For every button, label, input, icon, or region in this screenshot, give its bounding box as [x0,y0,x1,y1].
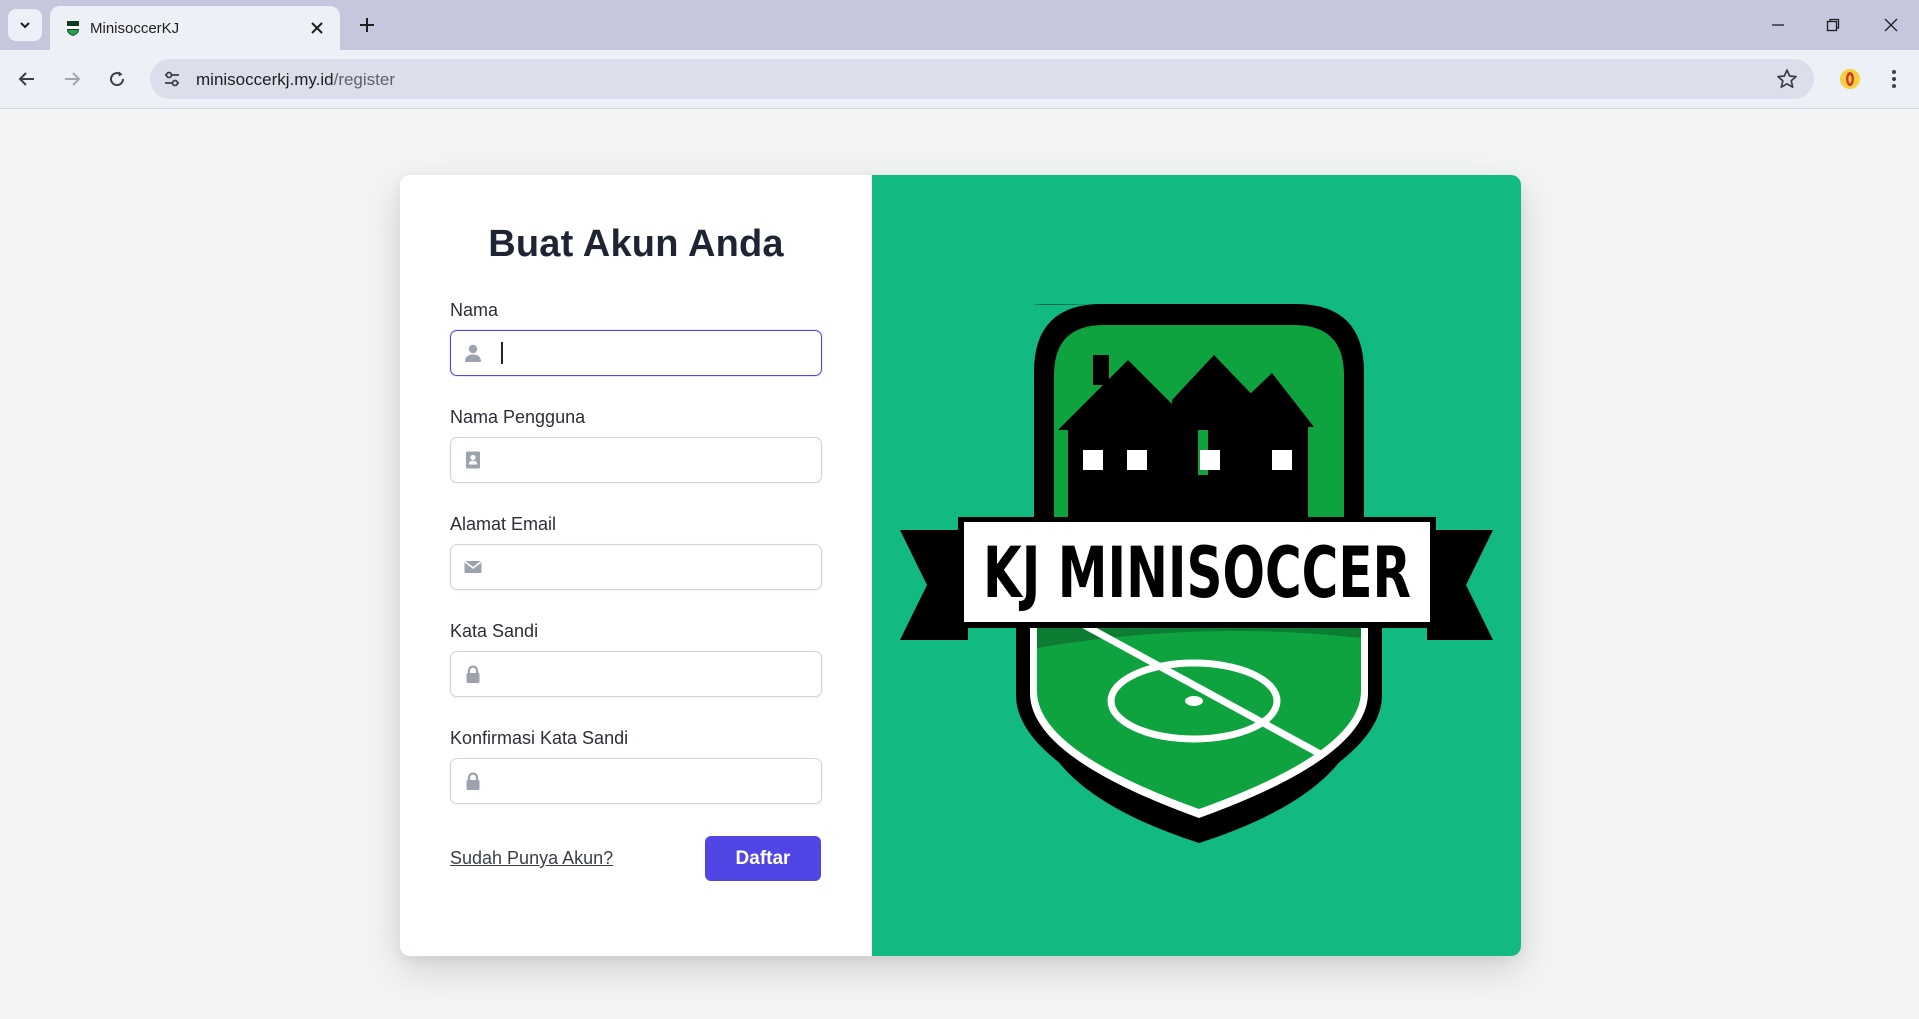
forward-button[interactable] [57,64,87,94]
restore-button[interactable] [1818,10,1848,40]
name-field[interactable] [450,330,822,376]
kj-minisoccer-logo: KJ MINISOCCER [900,304,1493,843]
extension-icon [1840,69,1860,89]
lock-icon [466,665,480,683]
browser-tab-bar: MinisoccerKJ [0,0,1919,50]
address-bar[interactable]: minisoccerkj.my.id/register [150,59,1814,99]
user-icon [465,344,481,362]
close-icon [311,22,323,34]
kebab-menu-icon [1892,70,1896,88]
chevron-down-icon [20,22,30,29]
back-button[interactable] [12,64,42,94]
username-label: Nama Pengguna [450,407,586,427]
star-icon[interactable] [1776,68,1798,90]
email-field[interactable] [450,544,822,590]
register-form: Buat Akun Anda Nama Nama Pengguna Alamat… [400,175,872,956]
extension-button[interactable] [1836,65,1864,93]
minimize-button[interactable] [1763,10,1793,40]
arrow-left-icon [18,72,34,86]
close-window-button[interactable] [1876,10,1906,40]
logo-panel: KJ MINISOCCER [872,175,1521,956]
tab-title: MinisoccerKJ [90,20,180,37]
reload-button[interactable] [102,64,132,94]
plus-icon [360,18,374,32]
arrow-right-icon [65,72,81,86]
username-field[interactable] [450,437,822,483]
username-input[interactable] [495,444,815,478]
password-label: Kata Sandi [450,621,539,641]
login-link[interactable]: Sudah Punya Akun? [450,848,613,869]
minimize-icon [1772,24,1784,26]
confirm-password-label: Konfirmasi Kata Sandi [450,728,629,748]
lock-icon [466,772,480,790]
url-text: minisoccerkj.my.id/register [196,70,396,89]
id-card-icon [466,451,480,469]
name-label: Nama [450,300,499,320]
confirm-password-field[interactable] [450,758,822,804]
register-button[interactable]: Daftar [705,836,821,881]
tab-list-button[interactable] [8,9,42,41]
browser-menu-button[interactable] [1880,65,1908,93]
soccer-badge-icon [66,21,80,36]
confirm-password-input[interactable] [495,765,815,799]
tune-icon[interactable] [162,69,182,89]
reload-icon [110,71,125,87]
password-field[interactable] [450,651,822,697]
envelope-icon [464,560,482,573]
restore-icon [1826,18,1840,32]
close-tab-button[interactable] [306,17,328,39]
page-title: Buat Akun Anda [488,223,784,265]
email-input[interactable] [495,551,815,585]
password-input[interactable] [495,658,815,692]
register-card: Buat Akun Anda Nama Nama Pengguna Alamat… [400,175,1521,956]
name-input[interactable] [495,337,815,371]
browser-tab[interactable]: MinisoccerKJ [50,6,340,50]
email-label: Alamat Email [450,514,557,534]
new-tab-button[interactable] [354,12,380,38]
browser-toolbar: minisoccerkj.my.id/register [0,50,1919,109]
logo-text: KJ MINISOCCER [983,532,1411,614]
close-icon [1884,18,1898,32]
